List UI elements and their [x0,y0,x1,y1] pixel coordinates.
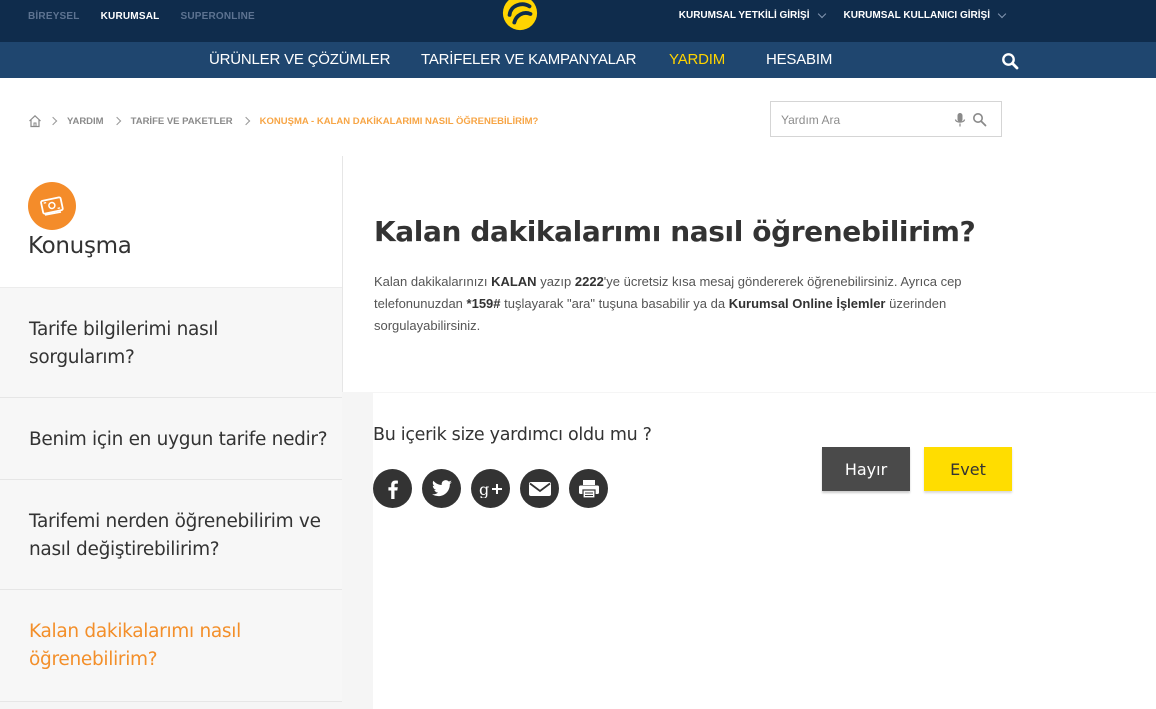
segment-links: BİREYSEL KURUMSAL SUPERONLINE [28,11,276,22]
sidebar-item-change-tariff[interactable]: Tarifemi nerden öğrenebilirim ve nasıl d… [0,480,342,590]
corporate-user-login-dropdown[interactable]: KURUMSAL KULLANICI GİRİŞİ [843,9,1007,21]
top-bar: BİREYSEL KURUMSAL SUPERONLINE KURUMSAL Y… [0,0,1156,42]
answer-text-part: tuşlayarak "ara" tuşuna basabilir ya da [500,296,729,311]
answer-text: Kalan dakikalarınızı KALAN yazıp 2222'ye… [374,271,1014,337]
feedback-yes-button[interactable]: Evet [924,447,1012,491]
help-body: Konuşma Tarife bilgilerimi nasıl sorgula… [0,156,1156,709]
microphone-icon[interactable] [954,112,966,128]
answer-ussd-code: *159# [466,296,501,311]
category-title: Konuşma [28,233,132,259]
breadcrumb: YARDIM TARİFE VE PAKETLER KONUŞMA - KALA… [28,114,538,128]
breadcrumb-current: KONUŞMA - KALAN DAKİKALARIMI NASIL ÖĞREN… [259,115,539,127]
print-icon[interactable] [569,469,608,508]
turkcell-logo-icon[interactable] [501,0,539,32]
sidebar-item-label: Benim için en uygun tarife nedir? [29,429,328,450]
answer-text-part: yazıp [536,274,575,289]
sidebar-item-query-tariff[interactable]: Tarife bilgilerimi nasıl sorgularım? [0,288,342,398]
chevron-right-icon [112,116,121,126]
segment-bireysel-link[interactable]: BİREYSEL [28,11,80,22]
help-search-input[interactable] [781,111,951,129]
sidebar-item-label: Tarifemi nerden öğrenebilirim ve nasıl d… [29,511,321,560]
breadcrumb-tariffs-packages[interactable]: TARİFE VE PAKETLER [131,116,233,127]
corporate-authorized-login-label: KURUMSAL YETKİLİ GİRİŞİ [678,10,810,21]
email-icon[interactable] [520,469,559,508]
answer-online-link[interactable]: Kurumsal Online İşlemler [729,296,886,311]
page-title: Kalan dakikalarımı nasıl öğrenebilirim? [374,215,976,248]
answer-text-part: Kalan dakikalarınızı [374,274,492,289]
answer-shortcode: 2222 [574,274,604,289]
segment-superonline-link[interactable]: SUPERONLINE [180,11,254,22]
corporate-user-login-label: KURUMSAL KULLANICI GİRİŞİ [843,10,990,21]
main-nav: ÜRÜNLER VE ÇÖZÜMLER TARİFELER VE KAMPANY… [0,42,1156,78]
sidebar-item-remaining-minutes[interactable]: Kalan dakikalarımı nasıl öğrenebilirim? [0,590,342,702]
breadcrumb-help[interactable]: YARDIM [67,116,104,127]
sidebar-item-best-tariff[interactable]: Benim için en uygun tarife nedir? [0,398,342,480]
money-bill-icon [28,182,76,230]
answer-keyword: KALAN [491,274,537,289]
twitter-icon[interactable] [422,469,461,508]
svg-text:g: g [479,480,489,498]
home-icon[interactable] [28,114,42,128]
answer-content: Kalan dakikalarımı nasıl öğrenebilirim? … [342,156,1156,392]
nav-item-help[interactable]: YARDIM [669,51,725,68]
google-plus-icon[interactable]: g [471,469,510,508]
search-icon[interactable] [972,112,987,127]
nav-item-tariffs[interactable]: TARİFELER VE KAMPANYALAR [421,51,636,68]
share-buttons: g [373,469,618,508]
chevron-right-icon [48,116,58,126]
feedback-question: Bu içerik size yardımcı oldu mu ? [373,425,652,445]
corporate-authorized-login-dropdown[interactable]: KURUMSAL YETKİLİ GİRİŞİ [678,9,826,21]
help-sidebar: Konuşma Tarife bilgilerimi nasıl sorgula… [0,156,342,709]
feedback-no-button[interactable]: Hayır [822,447,910,491]
auth-links: KURUMSAL YETKİLİ GİRİŞİ KURUMSAL KULLANI… [660,9,1007,21]
feedback-panel: Bu içerik size yardımcı oldu mu ? g Hayı… [373,393,1156,709]
breadcrumb-area: YARDIM TARİFE VE PAKETLER KONUŞMA - KALA… [0,78,1156,156]
category-header: Konuşma [0,156,342,288]
sidebar-item-label: Kalan dakikalarımı nasıl öğrenebilirim? [29,621,241,670]
sidebar-item-label: Tarife bilgilerimi nasıl sorgularım? [29,319,219,368]
facebook-icon[interactable] [373,469,412,508]
nav-item-products[interactable]: ÜRÜNLER VE ÇÖZÜMLER [209,51,390,68]
chevron-down-icon [817,9,826,18]
help-search-box [770,101,1002,137]
nav-item-account[interactable]: HESABIM [766,51,832,68]
segment-kurumsal-link[interactable]: KURUMSAL [101,11,160,22]
chevron-down-icon [997,9,1007,18]
search-icon[interactable] [1001,52,1019,70]
chevron-right-icon [241,116,250,126]
